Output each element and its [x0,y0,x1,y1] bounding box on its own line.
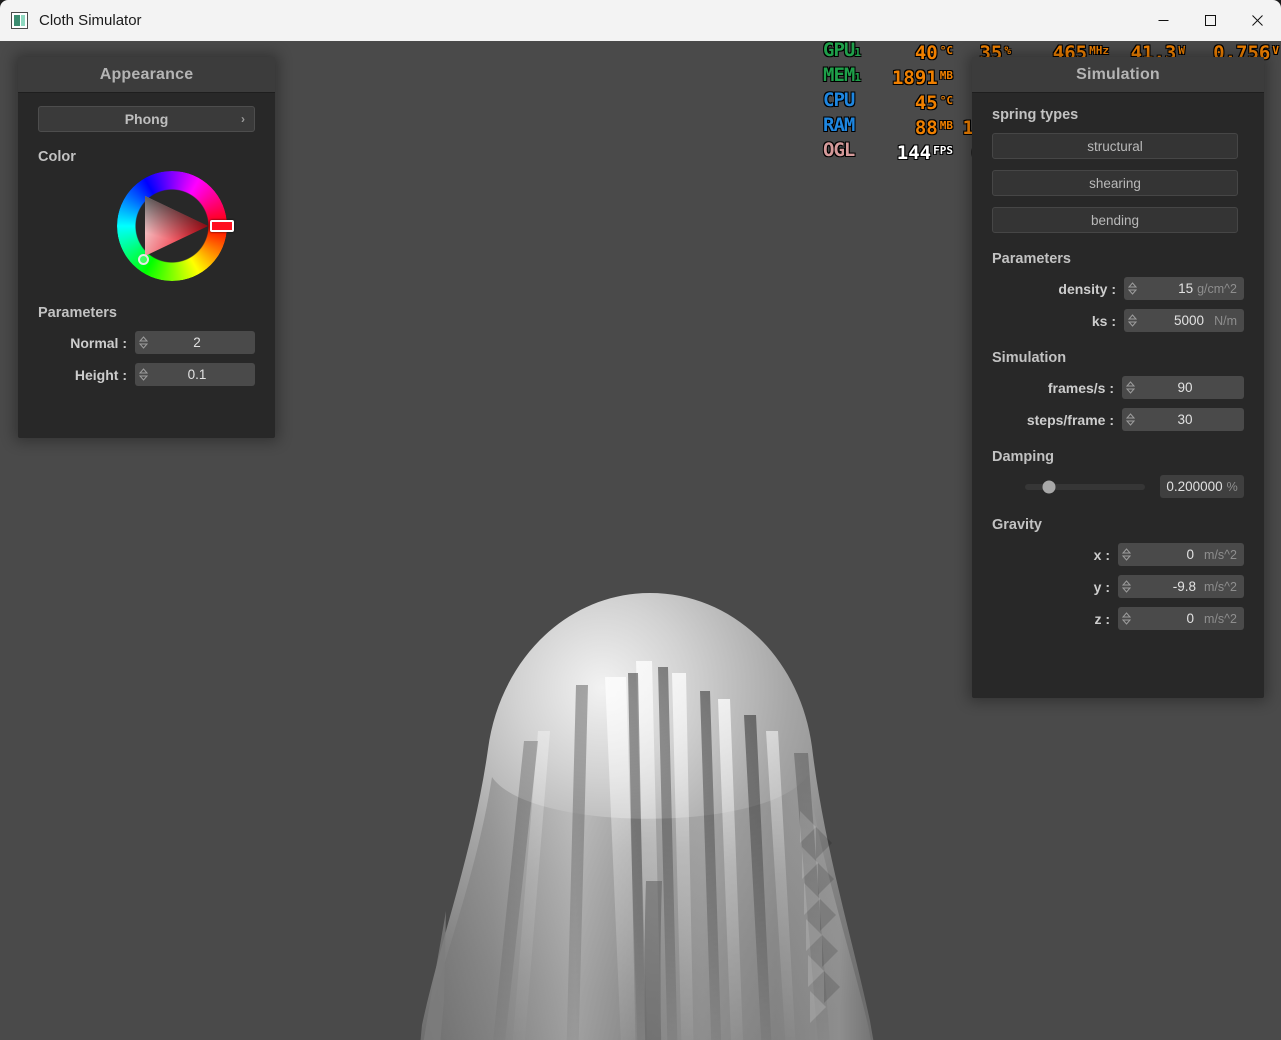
steps-per-frame-value: 30 [1137,412,1237,427]
damping-value-field[interactable]: 0.200000 % [1160,475,1244,498]
normal-input[interactable]: 2 [135,331,255,354]
ks-value: 5000 [1139,313,1208,328]
damping-slider[interactable] [1025,484,1145,490]
steps-per-frame-label: steps/frame : [994,412,1114,428]
maximize-button[interactable] [1187,0,1234,41]
gravity-z-unit: m/s^2 [1204,612,1237,626]
gravity-y-value: -9.8 [1133,579,1200,594]
height-value: 0.1 [150,367,248,382]
ks-unit: N/m [1214,314,1237,328]
minimize-button[interactable] [1140,0,1187,41]
density-input[interactable]: 15 g/cm^2 [1124,277,1244,300]
ks-label: ks : [996,313,1116,329]
gravity-y-label: y : [992,579,1110,595]
frames-per-second-label: frames/s : [994,380,1114,396]
gravity-z-input[interactable]: 0 m/s^2 [1118,607,1244,630]
field-row-density: density : 15 g/cm^2 [992,277,1244,300]
field-row-height: Height : 0.1 [38,363,255,386]
spinner-arrows-icon[interactable] [1126,277,1139,300]
simulation-section-label: Simulation [992,350,1244,366]
spring-type-structural-button[interactable]: structural [992,133,1238,159]
spinner-arrows-icon[interactable] [137,363,150,386]
color-wheel[interactable] [117,171,227,281]
color-section-label: Color [38,149,255,165]
damping-row: 0.200000 % [992,475,1244,498]
application-window: GPU1 40°C 35% 465MHz 41.3W 0.756V MEM1 1… [0,0,1281,1040]
spinner-arrows-icon[interactable] [137,331,150,354]
simulation-panel-title: Simulation [972,57,1264,93]
spinner-arrows-icon[interactable] [1126,309,1139,332]
hue-cursor[interactable] [210,220,234,232]
spring-types-label: spring types [992,107,1244,123]
cloth-mesh-render [400,581,900,1040]
normal-value: 2 [150,335,248,350]
spinner-arrows-icon[interactable] [1120,607,1133,630]
damping-slider-knob[interactable] [1043,480,1056,493]
simulation-parameters-label: Parameters [992,251,1244,267]
chevron-right-icon: › [241,112,245,126]
window-title: Cloth Simulator [39,12,142,29]
shader-select-value: Phong [125,111,169,127]
gravity-x-label: x : [992,547,1110,563]
application-icon [11,12,28,29]
field-row-frames-per-second: frames/s : 90 [992,376,1244,399]
field-row-normal: Normal : 2 [38,331,255,354]
field-row-ks: ks : 5000 N/m [992,309,1244,332]
simulation-panel: Simulation spring types structural shear… [972,57,1264,698]
shader-select[interactable]: Phong › [38,106,255,132]
title-bar[interactable]: Cloth Simulator [0,0,1281,41]
spinner-arrows-icon[interactable] [1124,408,1137,431]
gravity-z-label: z : [992,611,1110,627]
field-row-gravity-z: z : 0 m/s^2 [992,607,1244,630]
window-controls [1140,0,1281,41]
appearance-panel-title: Appearance [18,57,275,93]
gravity-y-input[interactable]: -9.8 m/s^2 [1118,575,1244,598]
spring-type-shearing-button[interactable]: shearing [992,170,1238,196]
height-input[interactable]: 0.1 [135,363,255,386]
frames-per-second-value: 90 [1137,380,1237,395]
damping-label: Damping [992,449,1244,465]
steps-per-frame-input[interactable]: 30 [1122,408,1244,431]
field-row-steps-per-frame: steps/frame : 30 [992,408,1244,431]
height-label: Height : [59,367,127,383]
gravity-label: Gravity [992,517,1244,533]
density-unit: g/cm^2 [1197,282,1237,296]
title-bar-left: Cloth Simulator [0,12,142,29]
field-row-gravity-y: y : -9.8 m/s^2 [992,575,1244,598]
gravity-x-unit: m/s^2 [1204,548,1237,562]
appearance-parameters-label: Parameters [38,305,255,321]
gravity-x-input[interactable]: 0 m/s^2 [1118,543,1244,566]
spring-type-bending-button[interactable]: bending [992,207,1238,233]
ks-input[interactable]: 5000 N/m [1124,309,1244,332]
spinner-arrows-icon[interactable] [1120,575,1133,598]
spinner-arrows-icon[interactable] [1120,543,1133,566]
damping-value: 0.200000 [1166,479,1222,494]
gravity-x-value: 0 [1133,547,1198,562]
density-label: density : [996,281,1116,297]
close-button[interactable] [1234,0,1281,41]
density-value: 15 [1139,281,1197,296]
appearance-panel: Appearance Phong › Color [18,57,275,438]
normal-label: Normal : [59,335,127,351]
gravity-z-value: 0 [1133,611,1198,626]
field-row-gravity-x: x : 0 m/s^2 [992,543,1244,566]
sv-cursor[interactable] [138,254,149,265]
saturation-value-triangle[interactable] [137,190,210,263]
damping-unit: % [1227,480,1238,494]
spinner-arrows-icon[interactable] [1124,376,1137,399]
gravity-y-unit: m/s^2 [1204,580,1237,594]
frames-per-second-input[interactable]: 90 [1122,376,1244,399]
